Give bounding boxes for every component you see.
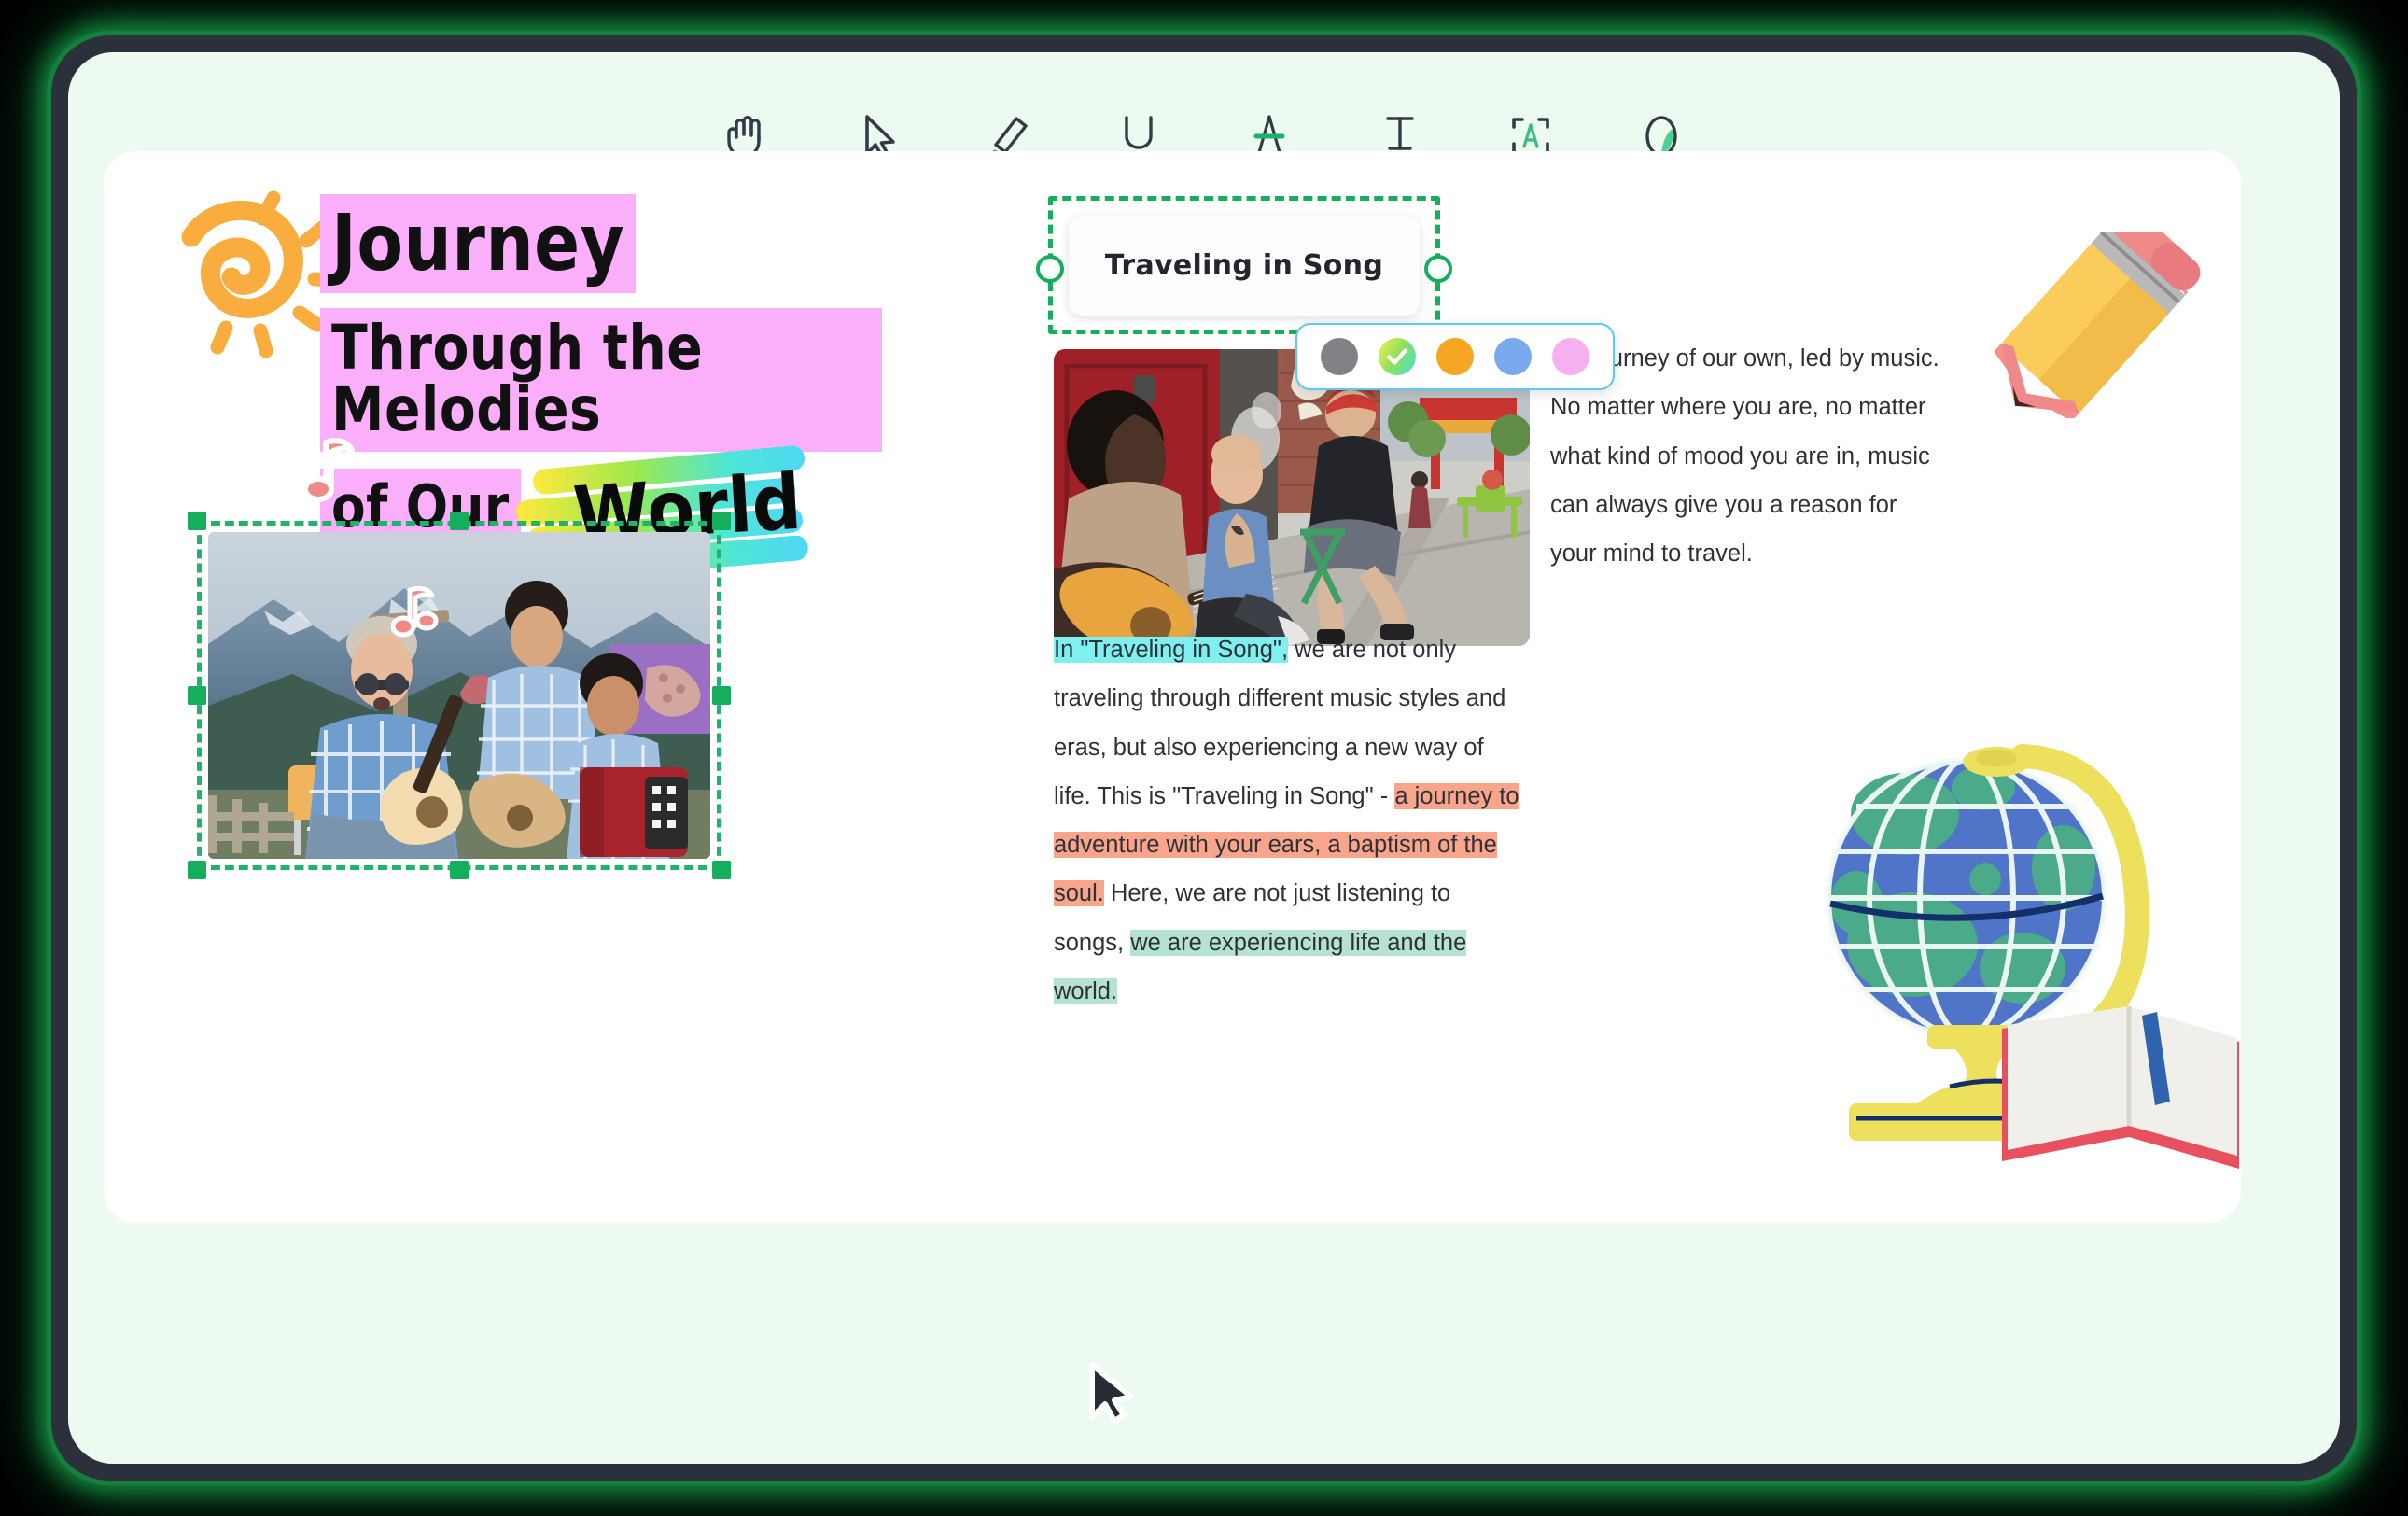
text-box-value: Traveling in Song (1104, 248, 1384, 282)
resize-handle-bottom-center[interactable] (450, 861, 469, 879)
music-note-icon (302, 431, 361, 504)
text-box-handle-right[interactable] (1424, 255, 1452, 283)
pencil-icon (1970, 207, 2204, 422)
title-line-1: Journey (320, 194, 973, 293)
color-swatch-blue[interactable] (1494, 338, 1532, 375)
highlight-cyan-segment: In "Traveling in Song", (1054, 637, 1289, 663)
check-icon (1387, 348, 1407, 365)
color-picker-popup[interactable] (1295, 323, 1615, 390)
resize-handle-bottom-right[interactable] (712, 861, 731, 879)
device-screen: Journey Through the Melodies of Our Worl… (68, 52, 2340, 1464)
text-box-card[interactable]: Traveling in Song (1069, 215, 1420, 316)
title-line-2-text: Through the Melodies (320, 308, 882, 452)
resize-handle-top-center[interactable] (450, 512, 469, 530)
globe-and-book-icon (1800, 730, 2239, 1197)
text-box-group[interactable]: Traveling in Song (1036, 196, 1452, 334)
street-musicians-photo[interactable] (1054, 349, 1530, 646)
musicians-mountain-photo[interactable] (208, 532, 710, 859)
page-title: Journey Through the Melodies of Our Worl… (302, 194, 973, 582)
music-note-icon (390, 581, 440, 639)
selected-image-group[interactable] (188, 512, 731, 879)
paragraph-bottom: In "Traveling in Song", we are not only … (1054, 625, 1520, 1016)
resize-handle-top-right[interactable] (712, 512, 731, 530)
text-box-handle-left[interactable] (1036, 255, 1064, 283)
document-page: Journey Through the Melodies of Our Worl… (104, 151, 2241, 1223)
device-frame: Journey Through the Melodies of Our Worl… (51, 35, 2357, 1481)
resize-handle-top-left[interactable] (188, 512, 206, 530)
title-line-1-text: Journey (320, 194, 637, 293)
resize-handle-mid-right[interactable] (712, 686, 731, 705)
color-swatch-gray[interactable] (1321, 338, 1358, 375)
color-swatch-pink[interactable] (1552, 338, 1589, 375)
resize-handle-bottom-left[interactable] (188, 861, 206, 879)
title-line-2: Through the Melodies (320, 308, 973, 452)
color-swatch-rainbow[interactable] (1379, 338, 1416, 375)
resize-handle-mid-left[interactable] (188, 686, 206, 705)
color-swatch-orange[interactable] (1436, 338, 1474, 375)
mouse-pointer (1083, 1359, 1141, 1426)
